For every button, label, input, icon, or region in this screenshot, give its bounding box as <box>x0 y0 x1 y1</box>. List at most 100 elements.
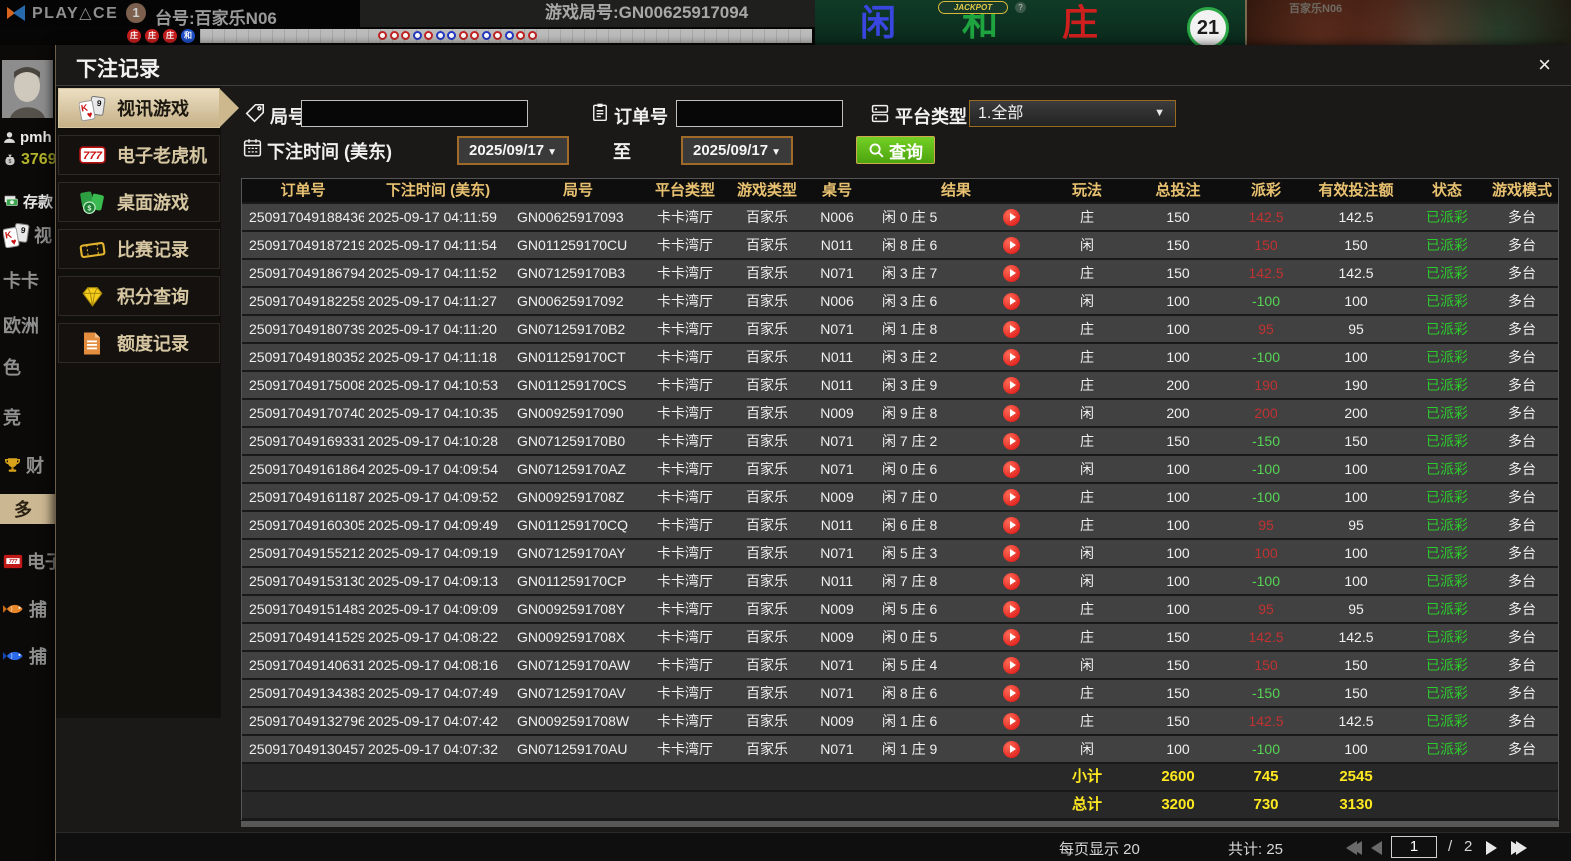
slot-mini-icon: 777 <box>3 553 23 570</box>
replay-play-button[interactable] <box>1003 293 1020 310</box>
left-nav-label: 存款 <box>23 191 53 212</box>
left-nav-item-12[interactable]: 捕 <box>0 643 55 669</box>
replay-play-button[interactable] <box>1003 377 1020 394</box>
left-nav-item-3[interactable]: 9K♥视 <box>0 222 55 248</box>
replay-play-button[interactable] <box>1003 517 1020 534</box>
platform-select[interactable]: 1.全部 ▼ <box>969 100 1176 127</box>
cell-total_bet: 150 <box>1128 680 1228 708</box>
cell-result: 闲 8 庄 6 <box>866 680 1046 708</box>
cell-platform: 卡卡湾厅 <box>644 316 726 344</box>
sum-empty-cell <box>866 792 1046 820</box>
top-bar: PLAY△CE 1 台号:百家乐N06 游戏局号:GN00625917094 闲… <box>0 0 1571 27</box>
help-icon[interactable]: ? <box>1015 2 1026 13</box>
cell-round: GN0092591708W <box>512 708 644 736</box>
cell-payout: -100 <box>1228 344 1304 372</box>
first-page-icon-2[interactable] <box>1351 841 1362 855</box>
replay-play-button[interactable] <box>1003 209 1020 226</box>
date-to-button[interactable]: 2025/09/17▼ <box>681 136 793 165</box>
cell-total_bet: 100 <box>1128 512 1228 540</box>
cell-table_no: N006 <box>808 204 866 232</box>
result-text: 闲 8 庄 6 <box>882 680 977 706</box>
replay-play-button[interactable] <box>1003 265 1020 282</box>
cell-status: 已派彩 <box>1408 204 1486 232</box>
left-nav-item-9[interactable]: 多 <box>0 494 55 524</box>
cell-game: 百家乐 <box>726 456 808 484</box>
sidebar-item-1[interactable]: 777电子老虎机 <box>58 135 220 175</box>
cell-mode: 多台 <box>1486 736 1558 764</box>
chevron-down-icon: ▼ <box>547 147 557 158</box>
cell-round: GN00625917092 <box>512 288 644 316</box>
replay-play-button[interactable] <box>1003 461 1020 478</box>
left-nav-item-11[interactable]: 捕 <box>0 596 55 622</box>
road-bead <box>516 31 525 40</box>
replay-play-button[interactable] <box>1003 573 1020 590</box>
sum-valid-bet: 3130 <box>1304 792 1408 820</box>
horizontal-scrollbar[interactable] <box>241 821 1559 827</box>
cell-payout: -100 <box>1228 288 1304 316</box>
next-page-icon[interactable] <box>1486 841 1497 855</box>
cell-valid_bet: 142.5 <box>1304 708 1408 736</box>
replay-play-button[interactable] <box>1003 237 1020 254</box>
cell-game: 百家乐 <box>726 680 808 708</box>
cell-order: 250917049132796 <box>242 708 364 736</box>
replay-play-button[interactable] <box>1003 601 1020 618</box>
prev-page-icon[interactable] <box>1371 841 1382 855</box>
current-page-input[interactable]: 1 <box>1391 836 1437 858</box>
last-page-icon-2[interactable] <box>1516 841 1527 855</box>
left-nav-item-7[interactable]: 竞 <box>0 404 55 430</box>
replay-play-button[interactable] <box>1003 489 1020 506</box>
replay-play-button[interactable] <box>1003 545 1020 562</box>
left-nav-item-10[interactable]: 777电子 <box>0 548 55 574</box>
cell-method: 庄 <box>1046 344 1128 372</box>
sidebar-item-3[interactable]: 比赛记录 <box>58 229 220 269</box>
tag-icon <box>244 102 266 124</box>
replay-play-button[interactable] <box>1003 685 1020 702</box>
sidebar-item-0[interactable]: 9K♥视讯游戏 <box>58 88 220 128</box>
cell-valid_bet: 100 <box>1304 540 1408 568</box>
bet-banker-label[interactable]: 庄 <box>1062 1 1098 45</box>
cell-time: 2025-09-17 04:11:54 <box>364 232 512 260</box>
avatar <box>2 60 53 118</box>
svg-text:$: $ <box>87 203 91 212</box>
replay-play-button[interactable] <box>1003 629 1020 646</box>
round-input[interactable] <box>301 100 528 127</box>
left-nav-item-2[interactable]: 存款 <box>0 188 55 214</box>
replay-play-button[interactable] <box>1003 349 1020 366</box>
replay-play-button[interactable] <box>1003 713 1020 730</box>
cell-result: 闲 0 庄 5 <box>866 624 1046 652</box>
replay-play-button[interactable] <box>1003 741 1020 758</box>
date-from-button[interactable]: 2025/09/17▼ <box>457 136 569 165</box>
order-input[interactable] <box>676 100 843 127</box>
sidebar-item-4[interactable]: 积分查询 <box>58 276 220 316</box>
cell-game: 百家乐 <box>726 260 808 288</box>
cards-icon: 9K♥ <box>3 223 30 248</box>
cell-table_no: N071 <box>808 540 866 568</box>
left-nav-item-8[interactable]: 财 <box>0 452 55 478</box>
cell-platform: 卡卡湾厅 <box>644 624 726 652</box>
left-nav-item-6[interactable]: 色 <box>0 354 55 380</box>
sidebar-item-5[interactable]: 额度记录 <box>58 323 220 363</box>
search-button[interactable]: 查询 <box>856 136 935 164</box>
cell-total_bet: 100 <box>1128 456 1228 484</box>
cell-time: 2025-09-17 04:10:35 <box>364 400 512 428</box>
left-nav-item-1[interactable]: $3769 <box>0 147 55 173</box>
close-icon[interactable]: × <box>1538 53 1551 77</box>
left-nav-item-4[interactable]: 卡卡 <box>0 267 55 293</box>
bet-player-label[interactable]: 闲 <box>860 1 896 45</box>
column-header: 桌号 <box>808 179 866 204</box>
page-size-label: 每页显示 20 <box>1059 838 1140 859</box>
sum-empty-cell <box>512 764 644 792</box>
table-number-badge: 1 <box>126 3 146 23</box>
cell-game: 百家乐 <box>726 428 808 456</box>
left-nav-item-5[interactable]: 欧洲 <box>0 312 55 338</box>
replay-play-button[interactable] <box>1003 405 1020 422</box>
cell-valid_bet: 150 <box>1304 232 1408 260</box>
cell-time: 2025-09-17 04:07:42 <box>364 708 512 736</box>
cell-payout: 95 <box>1228 316 1304 344</box>
cell-method: 闲 <box>1046 540 1128 568</box>
replay-play-button[interactable] <box>1003 321 1020 338</box>
cell-table_no: N009 <box>808 708 866 736</box>
sidebar-item-2[interactable]: $桌面游戏 <box>58 182 220 222</box>
replay-play-button[interactable] <box>1003 433 1020 450</box>
replay-play-button[interactable] <box>1003 657 1020 674</box>
